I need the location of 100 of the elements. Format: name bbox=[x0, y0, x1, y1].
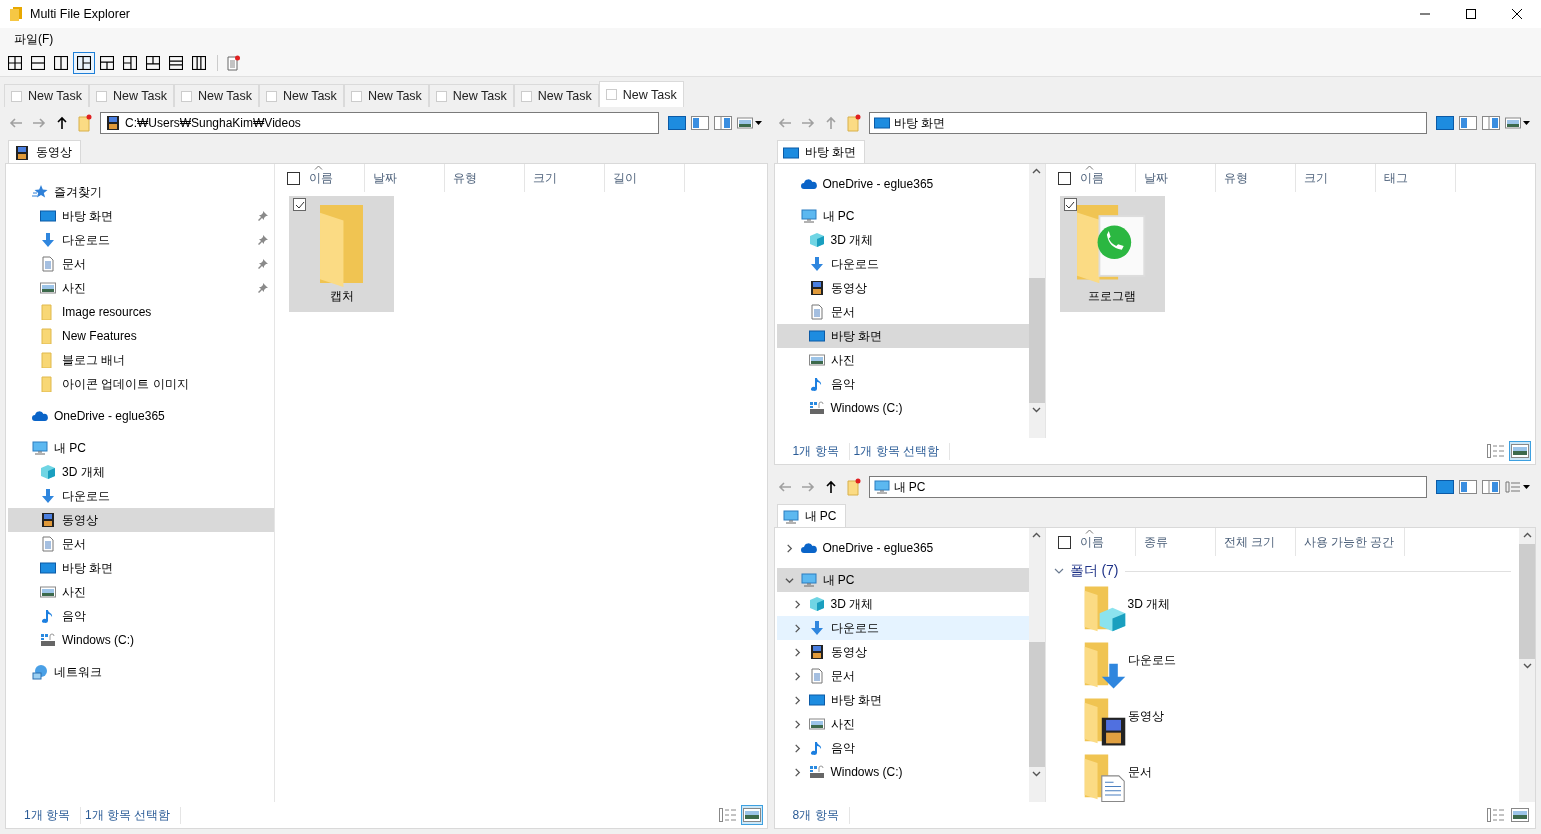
tree-item[interactable]: 음악 bbox=[776, 372, 1029, 396]
folder-item[interactable]: 문서 bbox=[1053, 754, 1519, 802]
column-header[interactable]: 종류 bbox=[1135, 528, 1216, 556]
chevron-icon[interactable] bbox=[1053, 566, 1064, 576]
task-tab[interactable]: New Task bbox=[598, 81, 684, 107]
tree-item[interactable]: 동영상 bbox=[8, 508, 274, 532]
tree-item[interactable]: 음악 bbox=[776, 736, 1029, 760]
tree-item[interactable]: OneDrive - eglue365 bbox=[776, 536, 1029, 560]
tree-item[interactable]: 3D 개체 bbox=[776, 592, 1029, 616]
task-tab[interactable]: New Task bbox=[88, 84, 174, 107]
right-panel-icon[interactable] bbox=[713, 116, 732, 130]
column-header[interactable]: 날짜 bbox=[365, 164, 445, 192]
menu-item[interactable]: 파일(F) bbox=[8, 28, 60, 50]
pin-icon[interactable] bbox=[258, 283, 268, 293]
task-tab[interactable]: New Task bbox=[4, 84, 89, 107]
chevron-icon[interactable] bbox=[793, 743, 802, 753]
close-icon[interactable] bbox=[1511, 8, 1523, 20]
tab-checkbox[interactable] bbox=[605, 89, 617, 100]
tree-item[interactable]: Windows (C:) bbox=[8, 628, 274, 652]
caret-icon[interactable] bbox=[754, 121, 762, 125]
tab-checkbox[interactable] bbox=[265, 90, 277, 102]
folder-item[interactable]: 캡처 bbox=[289, 196, 394, 312]
left-panel-icon[interactable] bbox=[1459, 480, 1477, 494]
tree-item[interactable]: 문서 bbox=[776, 664, 1029, 688]
scroll-up-icon[interactable] bbox=[1522, 532, 1532, 538]
tab-checkbox[interactable] bbox=[350, 90, 362, 102]
tab-checkbox[interactable] bbox=[180, 90, 192, 102]
tree-item[interactable]: 아이콘 업데이트 이미지 bbox=[8, 372, 274, 396]
tree-item[interactable]: 다운로드 bbox=[776, 252, 1029, 276]
column-header[interactable]: 날짜 bbox=[1135, 164, 1216, 192]
select-all-checkbox[interactable] bbox=[287, 171, 300, 185]
chevron-icon[interactable] bbox=[793, 599, 802, 609]
folder-item[interactable]: 다운로드 bbox=[1053, 642, 1519, 698]
address-field[interactable]: 내 PC bbox=[868, 476, 1427, 498]
icons-view-button[interactable] bbox=[1509, 805, 1531, 825]
tree-item[interactable]: 사진 bbox=[776, 348, 1029, 372]
tree-item[interactable]: 네트워크 bbox=[8, 660, 274, 684]
pin-icon[interactable] bbox=[258, 259, 268, 269]
tab-checkbox[interactable] bbox=[11, 90, 22, 102]
caret-icon[interactable] bbox=[1523, 121, 1530, 125]
column-header[interactable]: 사용 가능한 공간 bbox=[1295, 528, 1406, 556]
tree-item[interactable]: Windows (C:) bbox=[776, 396, 1029, 420]
item-checkbox[interactable] bbox=[293, 198, 306, 211]
new-folder-icon[interactable] bbox=[77, 114, 93, 132]
maximize-icon[interactable] bbox=[1465, 8, 1477, 20]
select-all-checkbox[interactable] bbox=[1057, 535, 1071, 549]
scroll-up-icon[interactable] bbox=[1032, 532, 1041, 538]
tab-checkbox[interactable] bbox=[520, 90, 532, 102]
new-folder-icon[interactable] bbox=[845, 114, 862, 132]
details-view-button[interactable] bbox=[1485, 441, 1507, 461]
tree-item[interactable]: 사진 bbox=[776, 712, 1029, 736]
scrollbar[interactable] bbox=[1028, 164, 1045, 438]
tree-item[interactable]: 3D 개체 bbox=[8, 460, 274, 484]
tree-item[interactable]: 문서 bbox=[8, 532, 274, 556]
folder-item[interactable]: 동영상 bbox=[1053, 698, 1519, 754]
chevron-icon[interactable] bbox=[793, 719, 802, 729]
tree-item[interactable]: 즐겨찾기 bbox=[8, 180, 274, 204]
column-header[interactable]: 전체 크기 bbox=[1215, 528, 1296, 556]
tree-item[interactable]: 문서 bbox=[776, 300, 1029, 324]
tree-item[interactable]: 사진 bbox=[8, 276, 274, 300]
details-view-button[interactable] bbox=[1485, 805, 1507, 825]
scroll-down-icon[interactable] bbox=[1032, 407, 1041, 413]
column-header[interactable]: 이름 bbox=[285, 164, 365, 192]
chevron-icon[interactable] bbox=[793, 623, 802, 633]
right-panel-icon[interactable] bbox=[1482, 480, 1500, 494]
column-header[interactable]: 이름 bbox=[1055, 528, 1136, 556]
pin-icon[interactable] bbox=[258, 235, 268, 245]
chevron-icon[interactable] bbox=[793, 647, 802, 657]
tree-item[interactable]: OneDrive - eglue365 bbox=[8, 404, 274, 428]
tree-item[interactable]: 3D 개체 bbox=[776, 228, 1029, 252]
address-field[interactable]: 바탕 화면 bbox=[868, 112, 1427, 134]
task-tab[interactable]: New Task bbox=[343, 84, 429, 107]
left-panel-icon[interactable] bbox=[690, 116, 709, 130]
view-menu-button[interactable] bbox=[1505, 479, 1530, 495]
tree-item[interactable]: 동영상 bbox=[776, 276, 1029, 300]
tree-item[interactable]: 다운로드 bbox=[8, 228, 274, 252]
column-header[interactable]: 유형 bbox=[445, 164, 525, 192]
column-header[interactable]: 크기 bbox=[525, 164, 605, 192]
chevron-icon[interactable] bbox=[785, 543, 794, 553]
select-all-checkbox[interactable] bbox=[1057, 171, 1071, 185]
caret-icon[interactable] bbox=[1523, 485, 1530, 489]
column-header[interactable]: 길이 bbox=[605, 164, 685, 192]
tree-item[interactable]: 동영상 bbox=[776, 640, 1029, 664]
left-panel-icon[interactable] bbox=[1459, 116, 1477, 130]
tab-checkbox[interactable] bbox=[435, 90, 447, 102]
tree-item[interactable]: Windows (C:) bbox=[776, 760, 1029, 784]
scrollbar[interactable] bbox=[1028, 528, 1045, 802]
tree-item[interactable]: 다운로드 bbox=[776, 616, 1029, 640]
pane-tab[interactable]: 동영상 bbox=[8, 140, 81, 164]
icons-view-button[interactable] bbox=[740, 805, 763, 825]
scroll-down-icon[interactable] bbox=[1522, 663, 1532, 669]
right-panel-icon[interactable] bbox=[1482, 116, 1500, 130]
folder-item[interactable]: 프로그램 bbox=[1059, 196, 1165, 312]
tree-item[interactable]: 사진 bbox=[8, 580, 274, 604]
column-header[interactable]: 태그 bbox=[1375, 164, 1456, 192]
column-header[interactable]: 이름 bbox=[1055, 164, 1136, 192]
scroll-down-icon[interactable] bbox=[1032, 771, 1041, 777]
tree-item[interactable]: 음악 bbox=[8, 604, 274, 628]
chevron-icon[interactable] bbox=[785, 575, 794, 585]
folder-item[interactable]: 3D 개체 bbox=[1053, 586, 1519, 642]
